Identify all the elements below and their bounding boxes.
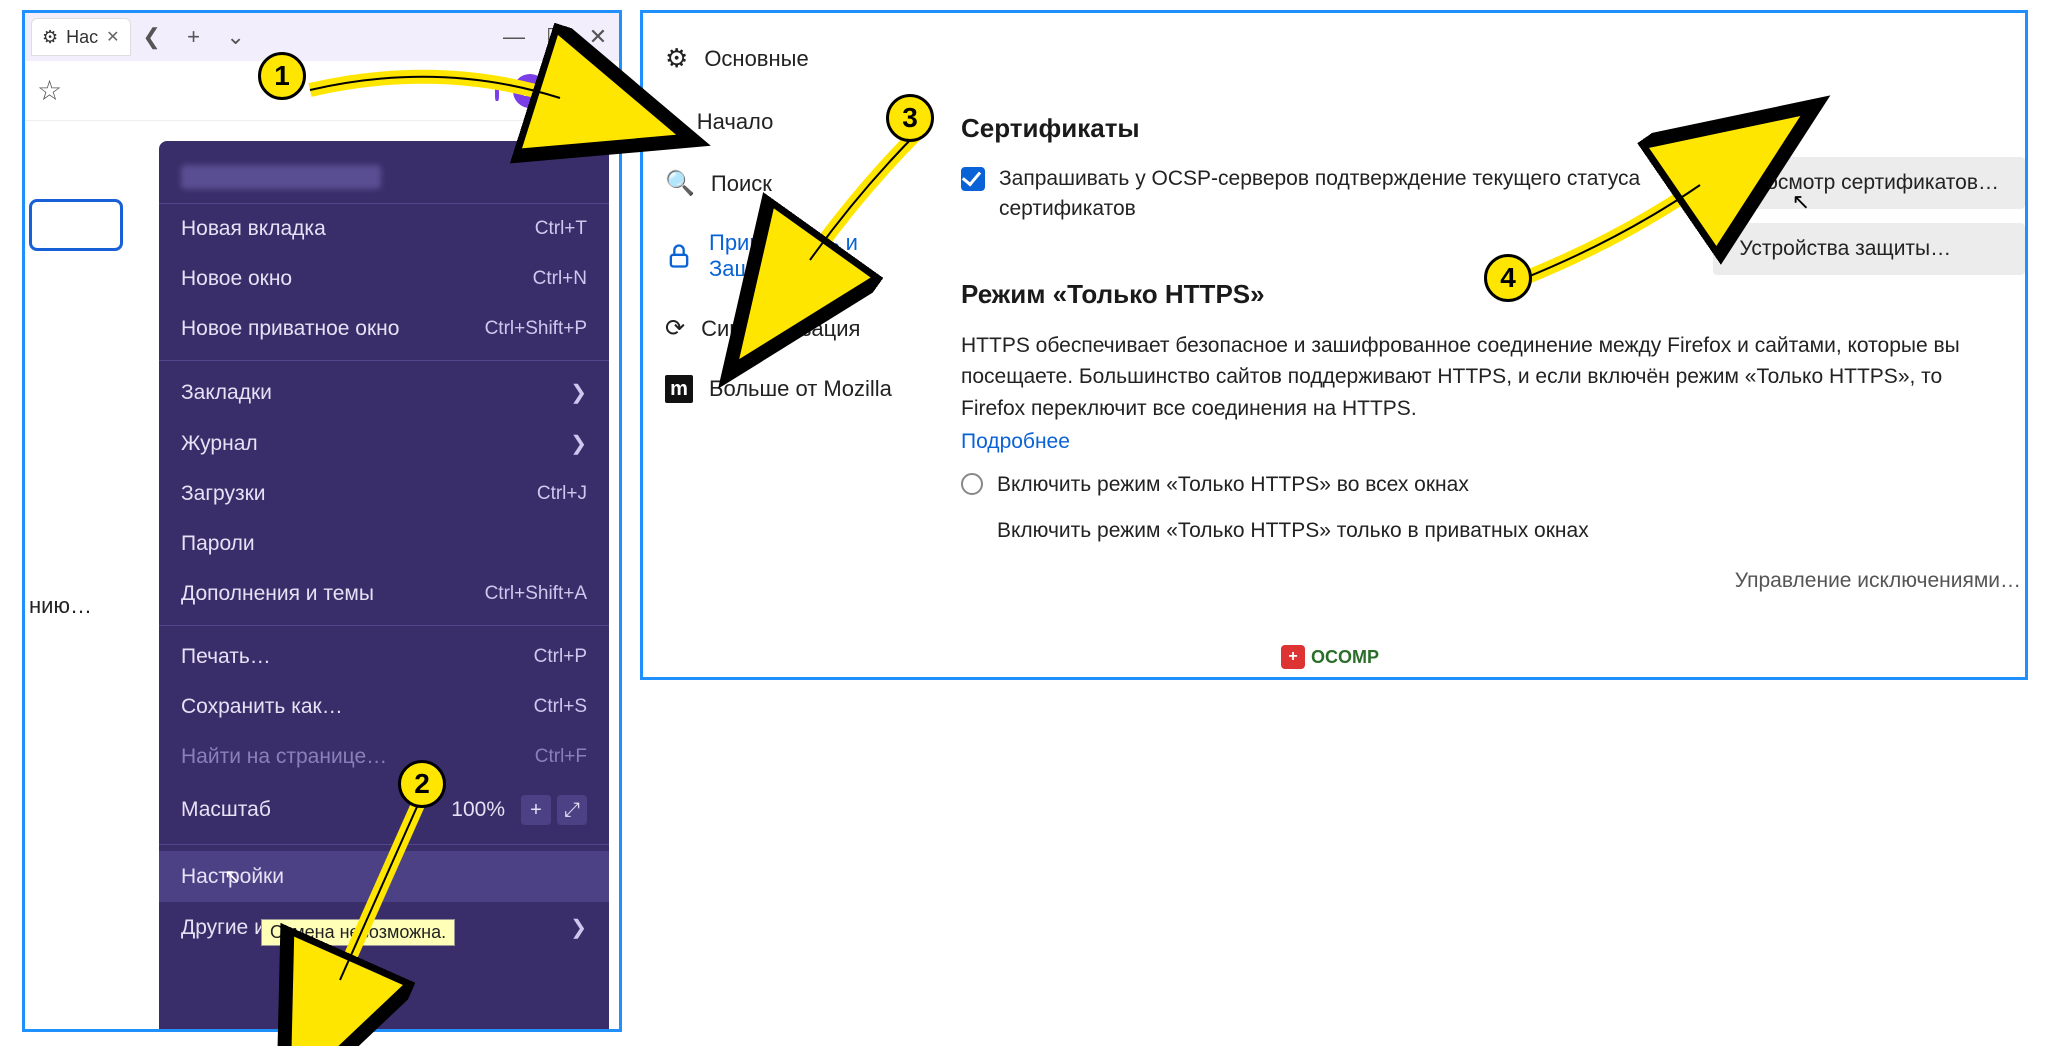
zoom-in-button[interactable]: + xyxy=(521,795,551,825)
https-learn-more-link[interactable]: Подробнее xyxy=(961,430,2005,454)
https-all-windows-radio[interactable]: Включить режим «Только HTTPS» во всех ок… xyxy=(961,470,1661,499)
security-devices-button[interactable]: Устройства защиты… xyxy=(1713,223,2025,275)
nav-label: Больше от Mozilla xyxy=(709,376,892,402)
menu-addons[interactable]: Дополнения и темы Ctrl+Shift+A xyxy=(159,569,609,619)
watermark-text: OCOMP xyxy=(1311,647,1379,668)
menu-shortcut: Ctrl+Shift+P xyxy=(485,318,587,340)
radio-unchecked-icon[interactable] xyxy=(961,473,983,495)
menu-downloads[interactable]: Загрузки Ctrl+J xyxy=(159,469,609,519)
menu-new-tab[interactable]: Новая вкладка Ctrl+T xyxy=(159,204,609,254)
nav-label: Основные xyxy=(704,46,808,72)
menu-passwords[interactable]: Пароли xyxy=(159,519,609,569)
menu-new-window[interactable]: Новое окно Ctrl+N xyxy=(159,254,609,304)
menu-save-as[interactable]: Сохранить как… Ctrl+S xyxy=(159,682,609,732)
nav-label: Поиск xyxy=(711,171,772,197)
gear-icon: ⚙ xyxy=(665,43,688,74)
menu-shortcut: Ctrl+S xyxy=(534,696,587,718)
sync-icon: ⟳ xyxy=(665,314,685,343)
menu-label: Новое приватное окно xyxy=(181,317,399,341)
menu-account-header[interactable] xyxy=(159,159,609,204)
radio-label: Включить режим «Только HTTPS» только в п… xyxy=(997,516,1589,545)
menu-label: Дополнения и темы xyxy=(181,582,374,606)
menu-label: Закладки xyxy=(181,381,272,405)
hamburger-menu-icon[interactable] xyxy=(579,81,607,101)
star-icon[interactable]: ☆ xyxy=(37,74,62,107)
mouse-cursor-icon: ↖ xyxy=(224,864,241,889)
menu-label: Загрузки xyxy=(181,482,266,506)
menu-shortcut: Ctrl+N xyxy=(533,268,587,290)
view-certificates-button[interactable]: Просмотр сертификатов… xyxy=(1713,157,2025,209)
menu-label: Новое окно xyxy=(181,267,292,291)
menu-label: Печать… xyxy=(181,645,271,669)
menu-label: Журнал xyxy=(181,432,258,456)
mozilla-icon: m xyxy=(665,375,693,403)
https-private-only-radio[interactable]: Включить режим «Только HTTPS» только в п… xyxy=(961,516,1661,545)
nav-label: Синхронизация xyxy=(701,316,860,342)
window-close-icon[interactable]: ✕ xyxy=(577,16,619,58)
tab-settings[interactable]: ⚙ Нас ✕ xyxy=(31,18,131,56)
page-stub-box xyxy=(29,199,123,251)
gear-icon: ⚙ xyxy=(42,27,58,48)
nav-label: Начало xyxy=(697,109,774,135)
annotation-badge-3: 3 xyxy=(886,94,934,142)
annotation-arrow-3 xyxy=(780,110,960,290)
account-name-blurred xyxy=(181,165,381,189)
new-tab-plus-icon[interactable]: + xyxy=(173,16,215,58)
checkbox-checked-icon[interactable] xyxy=(961,167,985,191)
annotation-badge-2: 2 xyxy=(398,760,446,808)
menu-label: Масштаб xyxy=(181,798,271,822)
menu-new-private-window[interactable]: Новое приватное окно Ctrl+Shift+P xyxy=(159,304,609,354)
chevron-right-icon: ❯ xyxy=(570,380,587,405)
certificates-heading: Сертификаты xyxy=(961,113,2005,144)
page-stub-text: нию… xyxy=(29,593,92,619)
menu-label: Сохранить как… xyxy=(181,695,343,719)
menu-label: Найти на странице… xyxy=(181,745,387,769)
https-only-description: HTTPS обеспечивает безопасное и зашифров… xyxy=(961,330,1961,425)
tab-list-chevron-icon[interactable]: ⌄ xyxy=(215,16,257,58)
menu-history[interactable]: Журнал ❯ xyxy=(159,418,609,469)
menu-print[interactable]: Печать… Ctrl+P xyxy=(159,632,609,682)
menu-shortcut: Ctrl+P xyxy=(534,646,587,668)
menu-shortcut: Ctrl+Shift+A xyxy=(485,583,587,605)
manage-exceptions-button[interactable]: Управление исключениями… xyxy=(1735,569,2021,593)
lock-icon xyxy=(665,242,693,270)
watermark-plus-icon: + xyxy=(1281,645,1305,669)
annotation-badge-1: 1 xyxy=(258,52,306,100)
watermark: + OCOMP xyxy=(1281,645,1379,669)
tab-title: Нас xyxy=(66,27,98,48)
radio-label: Включить режим «Только HTTPS» во всех ок… xyxy=(997,470,1469,499)
menu-separator xyxy=(159,625,609,626)
tab-prev-icon[interactable]: ❮ xyxy=(131,16,173,58)
menu-shortcut: Ctrl+F xyxy=(535,746,587,768)
nav-sync[interactable]: ⟳ Синхронизация xyxy=(643,298,961,359)
close-tab-icon[interactable]: ✕ xyxy=(106,27,119,47)
search-icon: 🔍 xyxy=(665,169,695,198)
menu-label: Новая вкладка xyxy=(181,217,326,241)
chevron-right-icon: ❯ xyxy=(570,431,587,456)
menu-separator xyxy=(159,360,609,361)
home-icon: ⌂ xyxy=(665,106,681,137)
chevron-right-icon: ❯ xyxy=(570,915,587,940)
https-only-heading: Режим «Только HTTPS» xyxy=(961,279,2005,310)
annotation-arrow-1 xyxy=(260,50,580,130)
menu-label: Пароли xyxy=(181,532,255,556)
settings-content: Сертификаты Запрашивать у OCSP-серверов … xyxy=(961,13,2025,677)
nav-general[interactable]: ⚙ Основные xyxy=(643,27,961,90)
menu-bookmarks[interactable]: Закладки ❯ xyxy=(159,367,609,418)
annotation-badge-4: 4 xyxy=(1484,254,1532,302)
menu-shortcut: Ctrl+T xyxy=(535,218,587,240)
mouse-cursor-icon: ↖ xyxy=(1792,189,1810,215)
menu-shortcut: Ctrl+J xyxy=(537,483,587,505)
nav-more-from-mozilla[interactable]: m Больше от Mozilla xyxy=(643,359,961,419)
zoom-value: 100% xyxy=(451,798,505,822)
zoom-fullscreen-button[interactable]: ⤢ xyxy=(557,795,587,825)
